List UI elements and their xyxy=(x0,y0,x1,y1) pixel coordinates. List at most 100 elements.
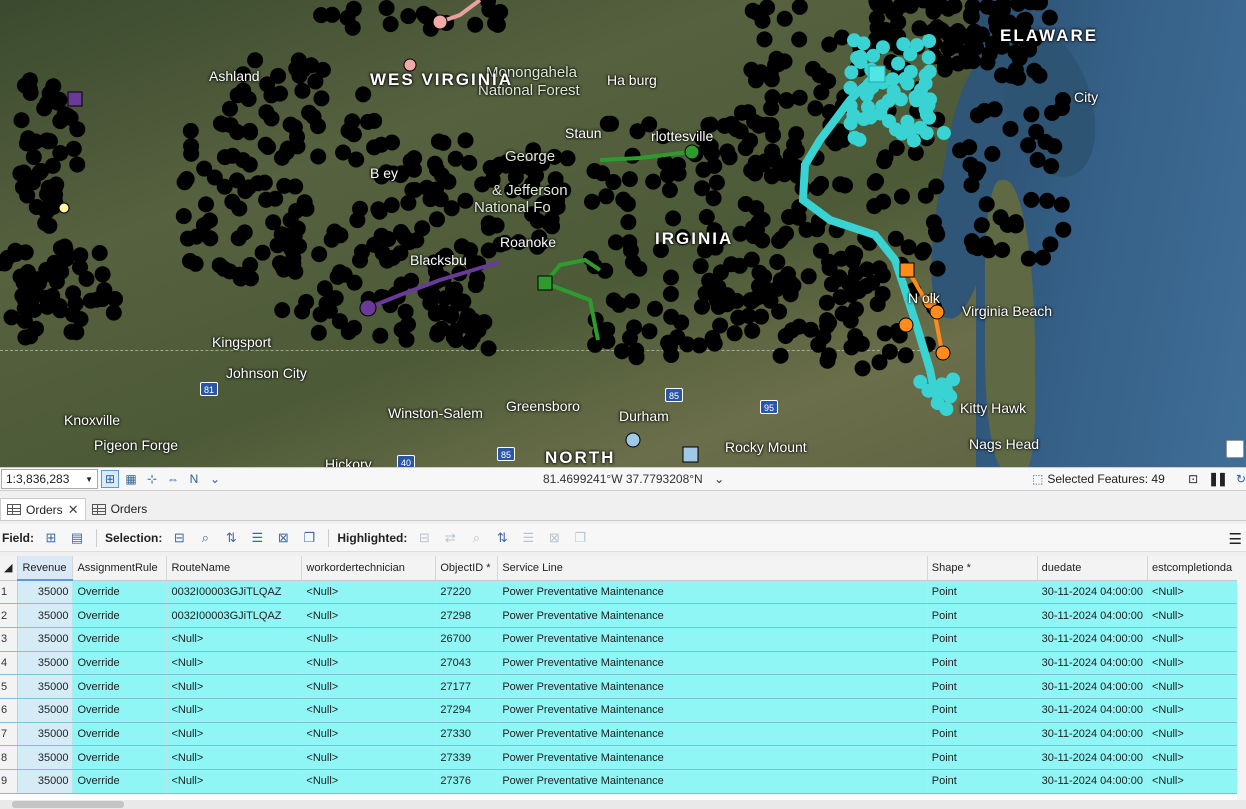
table-cell[interactable]: 30-11-2024 04:00:00 xyxy=(1037,580,1148,605)
table-cell[interactable]: <Null> xyxy=(166,722,303,747)
north-arrow-icon[interactable]: N xyxy=(185,470,203,488)
table-cell[interactable]: Override xyxy=(72,722,168,747)
grid-icon[interactable]: ▦ xyxy=(122,470,140,488)
highlight-reverse-icon[interactable]: ⇅ xyxy=(494,530,510,546)
table-cell[interactable]: Override xyxy=(72,603,168,628)
column-header[interactable]: duedate xyxy=(1037,556,1148,581)
highlight-switch-icon[interactable]: ⇄ xyxy=(442,530,458,546)
map-layers-icon[interactable] xyxy=(1226,440,1244,458)
menu-icon[interactable]: ☰ xyxy=(1229,530,1242,548)
table-cell[interactable]: 27294 xyxy=(435,698,499,723)
horizontal-scrollbar[interactable] xyxy=(0,800,1246,809)
table-cell[interactable]: Power Preventative Maintenance xyxy=(497,603,928,628)
tab-orders[interactable]: Orders xyxy=(86,498,154,520)
table-cell[interactable]: Power Preventative Maintenance xyxy=(497,769,928,794)
row-number[interactable]: 7 xyxy=(0,722,19,747)
clear-selection-icon[interactable]: ⊠ xyxy=(275,530,291,546)
row-number[interactable]: 8 xyxy=(0,745,19,770)
table-cell[interactable]: 27376 xyxy=(435,769,499,794)
table-cell[interactable]: 35000 xyxy=(17,651,74,676)
map-view[interactable]: ELAWARE Monongahela National Forest Ashl… xyxy=(0,0,1246,467)
table-cell[interactable]: Power Preventative Maintenance xyxy=(497,674,928,699)
table-cell[interactable]: <Null> xyxy=(166,651,303,676)
table-cell[interactable]: Power Preventative Maintenance xyxy=(497,580,928,605)
table-cell[interactable]: <Null> xyxy=(1147,580,1246,605)
table-cell[interactable]: Point xyxy=(927,769,1038,794)
table-cell[interactable]: <Null> xyxy=(301,722,437,747)
table-cell[interactable]: 30-11-2024 04:00:00 xyxy=(1037,603,1148,628)
table-cell[interactable]: 35000 xyxy=(17,580,74,605)
column-header[interactable]: estcompletionda xyxy=(1147,556,1246,581)
table-row[interactable]: 8 35000 Override <Null> <Null> 27339 Power Pre… xyxy=(0,745,1246,770)
highlight-clear-icon[interactable]: ⊠ xyxy=(546,530,562,546)
table-cell[interactable]: <Null> xyxy=(166,769,303,794)
copy-selection-icon[interactable]: ❐ xyxy=(301,530,317,546)
table-cell[interactable]: 35000 xyxy=(17,627,74,652)
table-cell[interactable]: Override xyxy=(72,698,168,723)
select-all-corner[interactable]: ◢ xyxy=(0,556,19,581)
table-cell[interactable]: <Null> xyxy=(166,627,303,652)
table-cell[interactable]: Point xyxy=(927,651,1038,676)
table-row[interactable]: 7 35000 Override <Null> <Null> 27330 Power Pre… xyxy=(0,722,1246,747)
table-cell[interactable]: 30-11-2024 04:00:00 xyxy=(1037,698,1148,723)
table-cell[interactable]: 30-11-2024 04:00:00 xyxy=(1037,722,1148,747)
table-row[interactable]: 6 35000 Override <Null> <Null> 27294 Power Pre… xyxy=(0,698,1246,723)
tab-orders-active[interactable]: Orders ✕ xyxy=(0,498,86,520)
table-cell[interactable]: Point xyxy=(927,627,1038,652)
table-row[interactable]: 1 35000 Override 0032I00003GJiTLQAZ <Null> 27… xyxy=(0,580,1246,605)
table-row[interactable]: 4 35000 Override <Null> <Null> 27043 Power Pre… xyxy=(0,651,1246,676)
table-cell[interactable]: Override xyxy=(72,674,168,699)
scrollbar-thumb[interactable] xyxy=(12,801,124,808)
chevron-down-icon[interactable]: ⌄ xyxy=(206,470,224,488)
table-cell[interactable]: <Null> xyxy=(1147,603,1246,628)
table-cell[interactable]: Point xyxy=(927,580,1038,605)
table-cell[interactable]: 30-11-2024 04:00:00 xyxy=(1037,651,1148,676)
column-header[interactable]: ObjectID * xyxy=(435,556,499,581)
table-cell[interactable]: <Null> xyxy=(301,651,437,676)
coordinate-readout[interactable]: 81.4699241°W 37.7793208°N ⌄ xyxy=(543,472,724,486)
zoom-to-selection-icon[interactable]: ⌕ xyxy=(197,530,213,546)
vertical-scrollbar[interactable] xyxy=(1237,556,1246,800)
table-cell[interactable]: 0032I00003GJiTLQAZ xyxy=(166,603,303,628)
table-cell[interactable]: <Null> xyxy=(301,745,437,770)
table-cell[interactable]: 27298 xyxy=(435,603,499,628)
select-by-attributes-icon[interactable]: ⊟ xyxy=(171,530,187,546)
constraints-icon[interactable]: ⊹ xyxy=(143,470,161,488)
row-number[interactable]: 5 xyxy=(0,674,19,699)
highlight-zoom-icon[interactable]: ⌕ xyxy=(468,530,484,546)
table-cell[interactable]: 27043 xyxy=(435,651,499,676)
scale-dropdown[interactable]: 1:3,836,283 ▼ xyxy=(1,469,98,489)
column-header[interactable]: workordertechnician xyxy=(301,556,437,581)
table-cell[interactable]: Power Preventative Maintenance xyxy=(497,745,928,770)
table-cell[interactable]: 35000 xyxy=(17,722,74,747)
table-cell[interactable]: <Null> xyxy=(166,674,303,699)
table-cell[interactable]: 27330 xyxy=(435,722,499,747)
table-cell[interactable]: Override xyxy=(72,745,168,770)
table-cell[interactable]: <Null> xyxy=(1147,674,1246,699)
table-cell[interactable]: 30-11-2024 04:00:00 xyxy=(1037,745,1148,770)
row-number[interactable]: 3 xyxy=(0,627,19,652)
column-header[interactable]: RouteName xyxy=(166,556,303,581)
table-cell[interactable]: <Null> xyxy=(301,627,437,652)
table-cell[interactable]: Power Preventative Maintenance xyxy=(497,698,928,723)
table-cell[interactable]: <Null> xyxy=(166,745,303,770)
table-cell[interactable]: <Null> xyxy=(301,698,437,723)
row-number[interactable]: 2 xyxy=(0,603,19,628)
column-header[interactable]: Service Line xyxy=(497,556,928,581)
close-icon[interactable]: ✕ xyxy=(68,502,79,518)
row-number[interactable]: 9 xyxy=(0,769,19,794)
table-cell[interactable]: Override xyxy=(72,627,168,652)
table-cell[interactable]: Point xyxy=(927,745,1038,770)
highlight-copy-icon[interactable]: ❐ xyxy=(572,530,588,546)
column-header[interactable]: AssignmentRule xyxy=(72,556,168,581)
table-cell[interactable]: <Null> xyxy=(1147,651,1246,676)
table-cell[interactable]: Point xyxy=(927,603,1038,628)
table-cell[interactable]: 35000 xyxy=(17,674,74,699)
table-cell[interactable]: <Null> xyxy=(1147,745,1246,770)
switch-selection-icon[interactable]: ⇅ xyxy=(223,530,239,546)
highlight-select-icon[interactable]: ⊟ xyxy=(416,530,432,546)
table-cell[interactable]: 35000 xyxy=(17,769,74,794)
pause-icon[interactable]: ❚❚ xyxy=(1208,471,1228,487)
table-cell[interactable]: Point xyxy=(927,698,1038,723)
table-cell[interactable]: 35000 xyxy=(17,745,74,770)
